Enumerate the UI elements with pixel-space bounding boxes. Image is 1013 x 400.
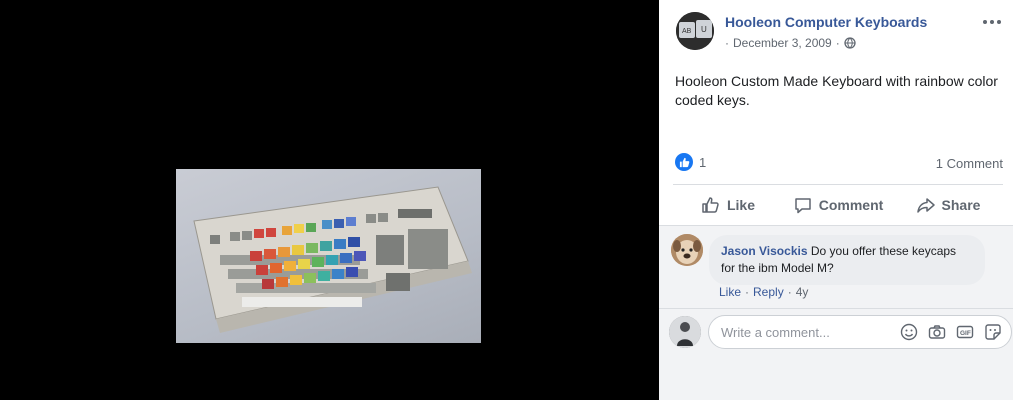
date-separator: · (835, 36, 840, 50)
camera-icon[interactable] (927, 322, 947, 342)
share-button[interactable]: Share (893, 187, 1003, 223)
divider (673, 184, 1003, 185)
page-avatar[interactable]: AB U (676, 12, 714, 50)
reaction-summary[interactable]: 1 (675, 153, 706, 171)
dot (997, 20, 1001, 24)
more-options-icon[interactable] (979, 14, 1005, 30)
keyboard-image (193, 186, 472, 333)
like-icon (702, 197, 719, 213)
comment-reply-link[interactable]: Reply (753, 285, 784, 299)
gif-icon[interactable]: GIF (955, 322, 975, 342)
post-text: Hooleon Custom Made Keyboard with rainbo… (675, 73, 998, 108)
comment-input[interactable] (721, 324, 891, 340)
dog-avatar-icon (671, 234, 703, 266)
post-panel: AB U Hooleon Computer Keyboards · Decemb… (659, 0, 1013, 400)
like-count: 1 (699, 154, 707, 170)
post-photo[interactable] (176, 169, 481, 343)
svg-text:U: U (701, 25, 707, 34)
post-date[interactable]: December 3, 2009 (733, 36, 832, 50)
comment-author[interactable]: Jason Visockis (721, 244, 808, 258)
share-label: Share (941, 197, 981, 213)
sticker-icon[interactable] (983, 322, 1003, 342)
comment-actions: Like · Reply · 4y (719, 285, 808, 299)
action-bar: Like Comment Share (673, 187, 1003, 223)
comment-count[interactable]: 1 Comment (936, 156, 1003, 171)
person-avatar-icon (669, 316, 701, 348)
like-button[interactable]: Like (673, 187, 783, 223)
meta-separator: · (745, 285, 750, 299)
comment-button[interactable]: Comment (783, 187, 893, 223)
comment-like-link[interactable]: Like (719, 285, 741, 299)
svg-text:AB: AB (682, 28, 692, 35)
post-meta: · December 3, 2009 · (725, 36, 856, 50)
composer-icons: GIF (899, 322, 1003, 342)
dot (983, 20, 987, 24)
comment-age[interactable]: 4y (796, 285, 809, 299)
share-icon (916, 198, 935, 213)
comment-label: Comment (818, 197, 884, 213)
page-name[interactable]: Hooleon Computer Keyboards (725, 14, 927, 30)
like-label: Like (726, 197, 755, 213)
keycap-icon: AB U (676, 12, 714, 50)
thumbs-up-icon (679, 157, 689, 167)
photo-viewer (0, 0, 659, 400)
globe-icon (844, 37, 856, 49)
comment-bubble: Jason Visockis Do you offer these keycap… (709, 235, 985, 285)
comments-section: Jason Visockis Do you offer these keycap… (659, 225, 1013, 400)
divider (659, 308, 1013, 309)
comment-composer[interactable]: GIF (708, 315, 1012, 349)
commenter-avatar[interactable] (671, 234, 703, 266)
emoji-icon[interactable] (899, 322, 919, 342)
svg-text:GIF: GIF (960, 330, 971, 337)
meta-separator: · (787, 285, 792, 299)
current-user-avatar[interactable] (669, 316, 701, 348)
dot (990, 20, 994, 24)
date-separator: · (725, 36, 729, 50)
like-reaction-icon (675, 153, 693, 171)
comment-icon (794, 198, 811, 214)
